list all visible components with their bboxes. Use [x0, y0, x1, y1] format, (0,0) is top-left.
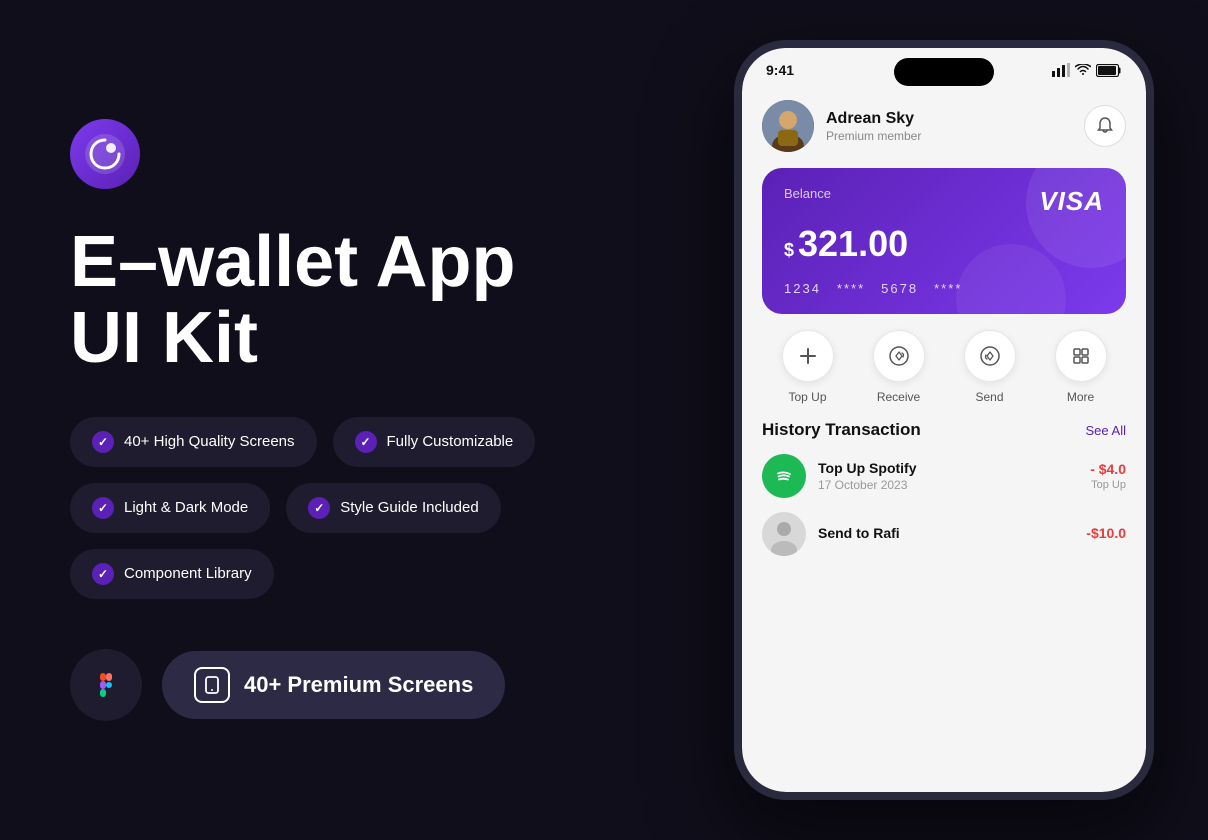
more-icon-circle: [1055, 330, 1107, 382]
premium-button[interactable]: 40+ Premium Screens: [162, 651, 505, 719]
tx-details-1: Top Up Spotify 17 October 2023: [818, 460, 1078, 492]
check-icon-3: [92, 497, 114, 519]
signal-icon: [1052, 63, 1070, 77]
app-header: Adrean Sky Premium member: [762, 84, 1126, 164]
feature-label-1: 40+ High Quality Screens: [124, 433, 295, 450]
send-button[interactable]: Send: [964, 330, 1016, 404]
person-icon: [762, 512, 806, 556]
tx-details-2: Send to Rafi: [818, 525, 1074, 543]
feature-label-4: Style Guide Included: [340, 499, 478, 516]
action-buttons: Top Up Receive: [762, 330, 1126, 404]
feature-label-3: Light & Dark Mode: [124, 499, 248, 516]
history-header: History Transaction See All: [762, 420, 1126, 440]
user-text: Adrean Sky Premium member: [826, 110, 921, 143]
phone-mockup: 9:41: [734, 40, 1154, 800]
tx-date-1: 17 October 2023: [818, 478, 1078, 492]
phone-screen: 9:41: [742, 48, 1146, 792]
see-all-link[interactable]: See All: [1086, 423, 1126, 438]
bell-button[interactable]: [1084, 105, 1126, 147]
more-button[interactable]: More: [1055, 330, 1107, 404]
more-label: More: [1067, 390, 1094, 404]
card-amount: $ 321.00: [784, 223, 1104, 265]
card-num-2: ****: [837, 281, 865, 296]
history-section: History Transaction See All: [762, 420, 1126, 792]
feature-badge-2: Fully Customizable: [333, 417, 536, 467]
transaction-row-2[interactable]: Send to Rafi -$10.0: [762, 512, 1126, 556]
brand-logo: [70, 119, 140, 189]
user-name: Adrean Sky: [826, 110, 921, 128]
user-role: Premium member: [826, 129, 921, 143]
tx-type-1: Top Up: [1090, 479, 1126, 491]
main-title: E–wallet App UI Kit: [70, 225, 590, 376]
top-up-icon-circle: [782, 330, 834, 382]
feature-badge-1: 40+ High Quality Screens: [70, 417, 317, 467]
receive-button[interactable]: Receive: [873, 330, 925, 404]
wifi-icon: [1075, 64, 1091, 76]
feature-badge-3: Light & Dark Mode: [70, 483, 270, 533]
features-row-3: Component Library: [70, 549, 590, 599]
check-icon-4: [308, 497, 330, 519]
right-panel: 9:41: [660, 0, 1208, 840]
status-time: 9:41: [766, 62, 794, 78]
avatar: [762, 100, 814, 152]
tx-amount-1: - $4.0 Top Up: [1090, 461, 1126, 491]
card-number: 1234 **** 5678 ****: [784, 281, 1104, 296]
battery-icon: [1096, 64, 1122, 77]
dynamic-island: [894, 58, 994, 86]
card-top: Belance VISA: [784, 186, 1104, 217]
receive-icon-circle: [873, 330, 925, 382]
feature-label-2: Fully Customizable: [387, 433, 514, 450]
transaction-row-1[interactable]: Top Up Spotify 17 October 2023 - $4.0 To…: [762, 454, 1126, 498]
bell-icon: [1095, 116, 1115, 136]
status-icons: [1052, 63, 1122, 77]
dollar-sign: $: [784, 240, 794, 261]
left-panel: E–wallet App UI Kit 40+ High Quality Scr…: [0, 0, 660, 840]
feature-badge-5: Component Library: [70, 549, 274, 599]
screen-content: Adrean Sky Premium member Belance: [742, 84, 1146, 792]
amount-value: 321.00: [798, 223, 908, 265]
features-row-2: Light & Dark Mode Style Guide Included: [70, 483, 590, 533]
card-num-4: ****: [934, 281, 962, 296]
check-icon-5: [92, 563, 114, 585]
receive-icon: [888, 345, 910, 367]
send-icon-circle: [964, 330, 1016, 382]
top-up-label: Top Up: [788, 390, 826, 404]
spotify-icon: [762, 454, 806, 498]
send-label: Send: [975, 390, 1003, 404]
user-info: Adrean Sky Premium member: [762, 100, 921, 152]
feature-badge-4: Style Guide Included: [286, 483, 500, 533]
card-num-3: 5678: [881, 281, 918, 296]
tx-name-1: Top Up Spotify: [818, 460, 1078, 476]
receive-label: Receive: [877, 390, 920, 404]
phone-icon: [194, 667, 230, 703]
history-title: History Transaction: [762, 420, 921, 440]
tx-value-2: -$10.0: [1086, 525, 1126, 541]
tx-value-1: - $4.0: [1090, 461, 1126, 477]
card-num-1: 1234: [784, 281, 821, 296]
plus-icon: [797, 345, 819, 367]
grid-icon: [1070, 345, 1092, 367]
balance-card[interactable]: Belance VISA $ 321.00 1234 **** 5678 ***…: [762, 168, 1126, 314]
check-icon-1: [92, 431, 114, 453]
premium-label: 40+ Premium Screens: [244, 672, 473, 698]
features-row-1: 40+ High Quality Screens Fully Customiza…: [70, 417, 590, 467]
tx-amount-2: -$10.0: [1086, 525, 1126, 543]
check-icon-2: [355, 431, 377, 453]
visa-logo: VISA: [1039, 186, 1104, 217]
send-icon: [979, 345, 1001, 367]
top-up-button[interactable]: Top Up: [782, 330, 834, 404]
figma-icon-button[interactable]: [70, 649, 142, 721]
tx-name-2: Send to Rafi: [818, 525, 1074, 541]
card-label: Belance: [784, 186, 831, 201]
avatar-image: [762, 100, 814, 152]
bottom-row: 40+ Premium Screens: [70, 649, 590, 721]
feature-label-5: Component Library: [124, 565, 252, 582]
features-grid: 40+ High Quality Screens Fully Customiza…: [70, 417, 590, 599]
